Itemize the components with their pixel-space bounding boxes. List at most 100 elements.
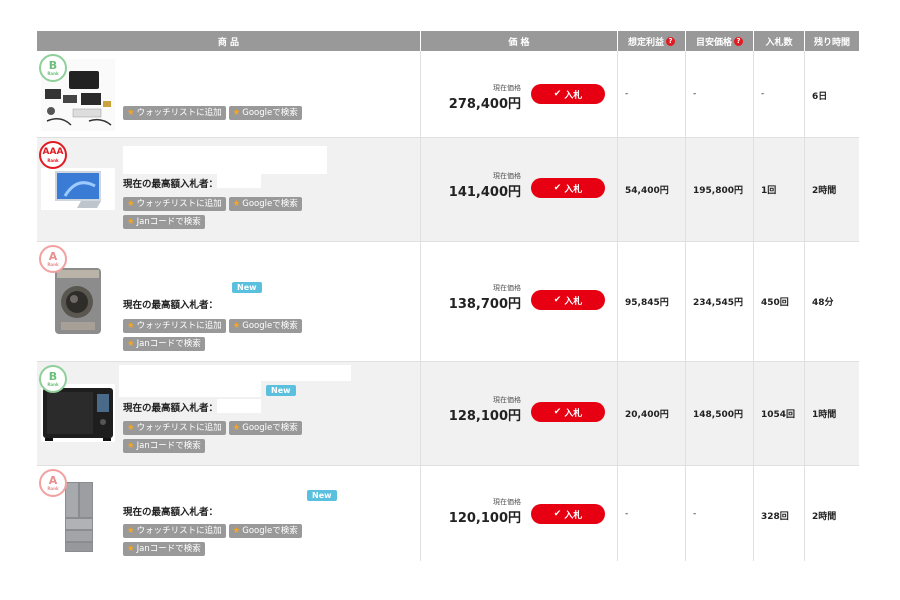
hidden-bidder [217,174,261,188]
product-cell: B Rank ★ ウォッチリストに追加 ★ Googleで検索 [37,51,421,137]
bid-button[interactable]: ✔ 入札 [531,504,605,524]
watchlist-button[interactable]: ★ ウォッチリストに追加 [123,421,226,435]
watchlist-button[interactable]: ★ ウォッチリストに追加 [123,106,226,120]
price-cell: 現在価格 138,700円 ✔ 入札 [421,242,618,361]
star-icon: ★ [127,199,135,209]
product-thumbnail[interactable] [41,168,115,210]
header-time-left: 残り時間 [813,37,850,48]
hidden-bidder [217,399,261,413]
bid-count: 450回 [761,298,789,308]
star-icon: ★ [232,199,241,209]
star-icon: ★ [232,526,241,536]
price-cell: 現在価格 141,400円 ✔ 入札 [421,138,618,241]
hidden-title [119,365,351,381]
time-left: 1時間 [812,410,837,420]
watchlist-button[interactable]: ★ ウォッチリストに追加 [123,319,226,333]
action-buttons: ★ ウォッチリストに追加 ★ Googleで検索 ★ Janコードで検索 [123,319,303,351]
expected-profit: 20,400円 [625,410,669,420]
price-cell: 現在価格 120,100円 ✔ 入札 [421,466,618,561]
hidden-title [123,146,327,174]
jan-search-button[interactable]: ★ Janコードで検索 [123,439,205,453]
action-buttons: ★ ウォッチリストに追加 ★ Googleで検索 [123,106,303,120]
price-cell: 現在価格 128,100円 ✔ 入札 [421,362,618,465]
bid-count: - [761,89,765,99]
header-product: 商 品 [37,31,421,51]
price-label: 現在価格 [493,84,521,92]
product-cell: A Rank New 現在の最高額入札者： ★ ウォッチリストに追加 ★ Googl… [37,466,421,561]
header-bid-count: 入札数 [754,31,805,51]
google-search-button[interactable]: ★ Googleで検索 [228,197,302,211]
expected-profit: 54,400円 [625,186,669,196]
star-icon: ★ [127,526,135,536]
star-icon: ★ [127,321,135,331]
current-price: 128,100円 [448,409,521,424]
expected-profit: - [625,509,629,519]
google-search-button[interactable]: ★ Googleで検索 [228,524,302,538]
time-left: 2時間 [812,186,837,196]
google-search-button[interactable]: ★ Googleで検索 [228,319,302,333]
current-price: 138,700円 [448,297,521,312]
bid-button[interactable]: ✔ 入札 [531,84,605,104]
star-icon: ★ [127,339,135,349]
price-label: 現在価格 [493,172,521,180]
jan-search-button[interactable]: ★ Janコードで検索 [123,337,205,351]
expected-profit: - [625,89,629,99]
grade-badge: B Rank [39,365,67,393]
star-icon: ★ [127,423,135,433]
new-badge: New [232,282,262,293]
time-left: 6日 [812,92,828,102]
price-label: 現在価格 [493,284,521,292]
bid-count: 328回 [761,512,789,522]
highest-bidder-label: 現在の最高額入札者： [123,507,219,518]
watchlist-button[interactable]: ★ ウォッチリストに追加 [123,524,226,538]
current-price: 120,100円 [448,511,521,526]
price-label: 現在価格 [493,498,521,506]
header-price: 価 格 [421,31,618,51]
action-buttons: ★ ウォッチリストに追加 ★ Googleで検索 ★ Janコードで検索 [123,524,303,556]
help-icon[interactable]: ? [734,36,743,46]
hidden-title [119,381,261,397]
product-thumbnail[interactable] [41,266,115,336]
google-search-button[interactable]: ★ Googleで検索 [228,106,302,120]
highest-bidder-label: 現在の最高額入札者： [123,179,219,190]
bid-count: 1回 [761,186,777,196]
header-expected-profit: 想定利益 ? [618,31,686,51]
star-icon: ★ [232,423,241,433]
star-icon: ★ [232,108,241,118]
bid-button[interactable]: ✔ 入札 [531,402,605,422]
star-icon: ★ [127,108,135,118]
star-icon: ★ [127,441,135,451]
bid-button[interactable]: ✔ 入札 [531,178,605,198]
product-cell: A Rank New 現在の最高額入札者： ★ ウォッチリストに追加 ★ Googl… [37,242,421,361]
estimated-price: 234,545円 [693,298,743,308]
jan-search-button[interactable]: ★ Janコードで検索 [123,542,205,556]
current-price: 278,400円 [448,97,521,112]
estimated-price: - [693,89,697,99]
header-estimated-price: 目安価格 ? [686,31,754,51]
current-price: 141,400円 [448,185,521,200]
bid-button[interactable]: ✔ 入札 [531,290,605,310]
google-search-button[interactable]: ★ Googleで検索 [228,421,302,435]
table-row: A Rank New 現在の最高額入札者： ★ ウォッチリストに追加 ★ Googl… [37,466,859,561]
auction-table: 商 品 価 格 想定利益 ? 目安価格 ? 入札数 残り時間 B Rank ★ … [37,31,859,561]
table-row: B Rank New 現在の最高額入札者： ★ ウォッチリストに追加 ★ Googl… [37,362,859,466]
table-header: 商 品 価 格 想定利益 ? 目安価格 ? 入札数 残り時間 [37,31,859,51]
check-icon: ✔ [553,407,562,417]
new-badge: New [307,490,337,501]
check-icon: ✔ [553,509,562,519]
check-icon: ✔ [553,89,562,99]
star-icon: ★ [127,544,135,554]
product-cell: B Rank New 現在の最高額入札者： ★ ウォッチリストに追加 ★ Googl… [37,362,421,465]
table-row: B Rank ★ ウォッチリストに追加 ★ Googleで検索 現在価格 278,4… [37,51,859,138]
star-icon: ★ [232,321,241,331]
table-row: AAA Rank 現在の最高額入札者： ★ ウォッチリストに追加 ★ Googleで… [37,138,859,242]
help-icon[interactable]: ? [666,36,675,46]
watchlist-button[interactable]: ★ ウォッチリストに追加 [123,197,226,211]
star-icon: ★ [127,217,135,227]
price-label: 現在価格 [493,396,521,404]
time-left: 2時間 [812,512,837,522]
estimated-price: 195,800円 [693,186,743,196]
price-cell: 現在価格 278,400円 ✔ 入札 [421,51,618,137]
jan-search-button[interactable]: ★ Janコードで検索 [123,215,205,229]
time-left: 48分 [812,298,834,308]
